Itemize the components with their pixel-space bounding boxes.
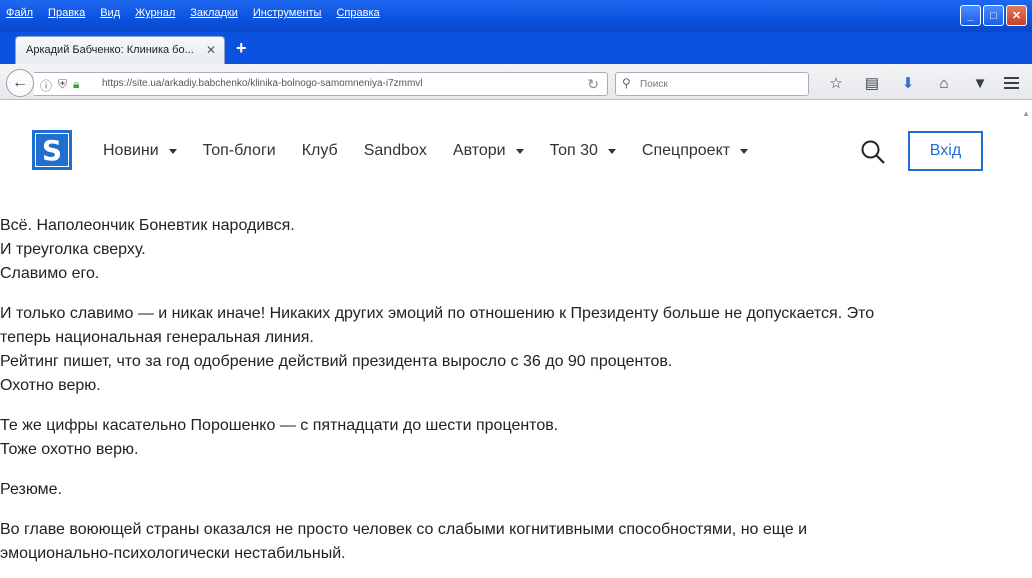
info-icon[interactable]: ⓘ (40, 77, 52, 94)
text-line: Те же цифры касательно Порошенко — с пят… (0, 417, 559, 434)
nav-club[interactable]: Клуб (302, 142, 338, 160)
text-line: Тоже охотно верю. (0, 441, 139, 458)
close-window-button[interactable]: ✕ (1006, 5, 1027, 26)
text-line: Славимо его. (0, 265, 100, 282)
download-icon[interactable]: ⬇ (890, 72, 926, 94)
logo-letter: S (36, 134, 68, 167)
nav-top-30[interactable]: Топ 30 (550, 142, 616, 160)
text-line: Во главе воюющей страны оказался не прос… (0, 521, 808, 538)
reload-icon[interactable]: ↻ (587, 76, 599, 93)
chevron-down-icon (168, 148, 177, 154)
nav-label: Sandbox (363, 142, 427, 159)
nav-top-blogs[interactable]: Топ-блоги (203, 142, 276, 160)
tab-title: Аркадий Бабченко: Клиника бо... (26, 44, 194, 56)
search-icon: ⚲ (622, 76, 631, 90)
window-titlebar: Файл Правка Вид Журнал Закладки Инструме… (0, 0, 1032, 32)
chevron-down-icon (740, 148, 749, 154)
text-line: теперь национальная генеральная линия. (0, 329, 314, 346)
menu-bar: Файл Правка Вид Журнал Закладки Инструме… (6, 7, 395, 19)
menu-bookmarks[interactable]: Закладки (190, 7, 238, 19)
nav-label: Клуб (301, 142, 338, 159)
menu-history[interactable]: Журнал (135, 7, 175, 19)
text-line: Резюме. (0, 481, 63, 498)
search-bar[interactable]: ⚲ Поиск (615, 72, 809, 96)
reading-list-icon[interactable]: ▤ (854, 72, 890, 94)
toolbar-icons: ☆ ▤ ⬇ ⌂ ▼ (818, 72, 998, 94)
nav-authors[interactable]: Автори (453, 142, 524, 160)
login-button[interactable]: Вхід (908, 131, 983, 171)
home-icon[interactable]: ⌂ (926, 72, 962, 94)
text-line: Всё. Наполеончик Боневтик народився. (0, 217, 295, 234)
nav-label: Спецпроект (641, 142, 731, 159)
back-arrow-icon: ← (12, 74, 28, 91)
url-text[interactable]: https://site.ua/arkadiy.babchenko/klinik… (102, 78, 423, 89)
pocket-icon[interactable]: ▼ (962, 72, 998, 94)
lock-icon[interactable]: 🔒︎ (73, 77, 79, 94)
paragraph: Во главе воюющей страны оказался не прос… (0, 518, 1000, 566)
search-icon[interactable] (860, 139, 886, 165)
maximize-button[interactable]: □ (983, 5, 1004, 26)
chevron-down-icon (515, 148, 524, 154)
menu-view[interactable]: Вид (100, 7, 120, 19)
paragraph: Всё. Наполеончик Боневтик народився. И т… (0, 214, 1000, 286)
menu-help[interactable]: Справка (336, 7, 379, 19)
nav-label: Топ 30 (549, 142, 598, 159)
menu-file[interactable]: Файл (6, 7, 33, 19)
url-identity-icons: ⓘ ⛨ 🔒︎ (40, 77, 79, 94)
nav-label: Автори (452, 142, 506, 159)
paragraph: И только славимо — и никак иначе! Никаки… (0, 302, 1000, 398)
menu-tools[interactable]: Инструменты (253, 7, 322, 19)
scroll-up-icon[interactable]: ▲ (1022, 109, 1030, 118)
paragraph: Резюме. (0, 478, 1000, 502)
text-line: И треуголка сверху. (0, 241, 146, 258)
article-body: Всё. Наполеончик Боневтик народився. И т… (0, 214, 1000, 578)
tab-close-icon[interactable]: ✕ (206, 43, 216, 57)
browser-tab[interactable]: Аркадий Бабченко: Клиника бо... ✕ (15, 36, 225, 64)
scrollbar[interactable]: ▲ (1020, 101, 1032, 578)
nav-special-project[interactable]: Спецпроект (641, 142, 749, 160)
search-placeholder[interactable]: Поиск (640, 79, 668, 90)
web-page: S Новини Топ-блоги Клуб Sandbox Автори Т… (0, 101, 1032, 578)
text-line: Рейтинг пишет, что за год одобрение дейс… (0, 353, 673, 370)
minimize-button[interactable]: _ (960, 5, 981, 26)
text-line: Охотно верю. (0, 377, 101, 394)
window-controls: _ □ ✕ (960, 5, 1027, 26)
site-header: S Новини Топ-блоги Клуб Sandbox Автори Т… (0, 101, 1020, 191)
shield-icon[interactable]: ⛨ (58, 77, 67, 94)
text-line: И только славимо — и никак иначе! Никаки… (0, 305, 875, 322)
back-button[interactable]: ← (6, 69, 34, 97)
site-logo[interactable]: S (32, 130, 72, 170)
hamburger-menu-icon[interactable] (998, 72, 1024, 94)
chevron-down-icon (607, 148, 616, 154)
nav-label: Новини (103, 142, 159, 159)
url-bar[interactable]: ⓘ ⛨ 🔒︎ https://site.ua/arkadiy.babchenko… (34, 72, 608, 96)
site-nav: Новини Топ-блоги Клуб Sandbox Автори Топ… (103, 142, 774, 160)
nav-sandbox[interactable]: Sandbox (364, 142, 427, 160)
text-line: эмоционально-психологически нестабильный… (0, 545, 346, 562)
menu-edit[interactable]: Правка (48, 7, 85, 19)
new-tab-button[interactable]: + (236, 38, 247, 59)
star-icon[interactable]: ☆ (818, 72, 854, 94)
nav-label: Топ-блоги (202, 142, 276, 159)
nav-news[interactable]: Новини (103, 142, 177, 160)
nav-toolbar: ← ⓘ ⛨ 🔒︎ https://site.ua/arkadiy.babchen… (0, 64, 1032, 100)
tab-strip: Аркадий Бабченко: Клиника бо... ✕ + (0, 32, 1032, 64)
paragraph: Те же цифры касательно Порошенко — с пят… (0, 414, 1000, 462)
